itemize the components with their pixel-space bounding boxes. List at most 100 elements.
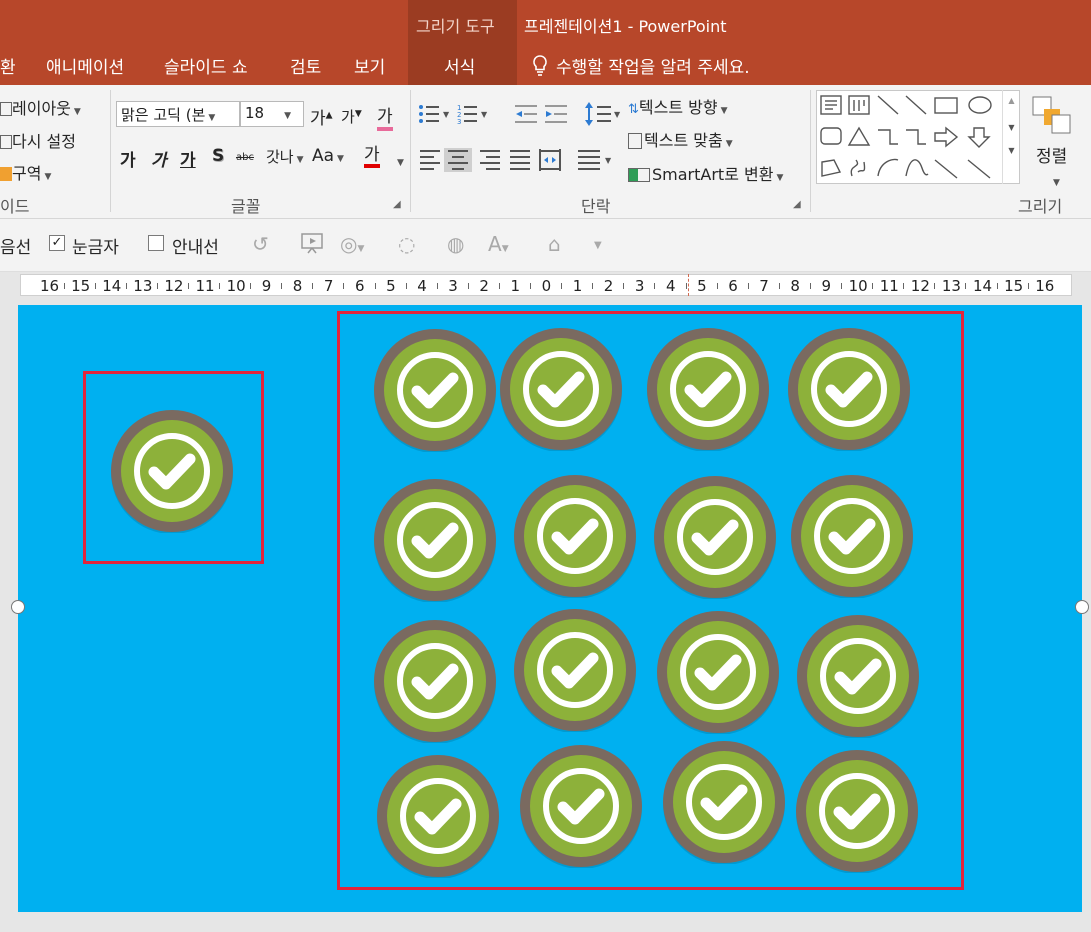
shape-union-icon[interactable]: ◌ <box>398 232 415 256</box>
refresh-icon[interactable]: ↺ <box>252 232 269 256</box>
check-badge-icon[interactable] <box>656 610 780 735</box>
line-spacing-icon[interactable]: ▼ <box>584 101 624 127</box>
elbow-connector-icon <box>878 129 898 145</box>
chevron-down-icon: ▼ <box>337 154 344 164</box>
text-box-icon <box>820 95 842 115</box>
strikethrough-button[interactable]: abc <box>236 152 254 163</box>
ruler-number: 12 <box>910 277 930 295</box>
right-arrow-icon <box>934 126 959 148</box>
scroll-down-icon[interactable]: ▼ <box>1003 123 1020 132</box>
check-badge-icon[interactable] <box>373 619 497 744</box>
shape-merge-icon[interactable]: ◎▼ <box>340 232 364 256</box>
tab-slideshow[interactable]: 슬라이드 쇼 <box>164 53 248 78</box>
ruler-number: 10 <box>226 277 246 295</box>
check-badge-icon[interactable] <box>519 744 643 869</box>
ruler-number: 3 <box>634 277 645 295</box>
ruler-tick <box>530 283 532 289</box>
ruler-number: 4 <box>417 277 427 295</box>
ruler-number: 14 <box>102 277 122 295</box>
tab-review[interactable]: 검토 <box>290 53 321 78</box>
change-case-button[interactable]: Aa ▼ <box>312 146 344 166</box>
columns-icon <box>578 150 600 170</box>
ruler-tick <box>125 283 127 289</box>
arrange-button[interactable]: 정렬 <box>1036 142 1067 167</box>
slide-resize-handle-left[interactable] <box>11 600 25 614</box>
text-effects-icon[interactable]: A▼ <box>488 232 509 256</box>
ruler-tick <box>219 283 221 289</box>
convert-to-smartart-button[interactable]: SmartArt로 변환 ▼ <box>628 161 783 185</box>
ruler-tick <box>343 283 345 289</box>
grow-font-button[interactable]: 가▲ <box>310 104 333 129</box>
ruler-tick <box>685 283 687 289</box>
check-badge-icon[interactable] <box>790 474 914 599</box>
dialog-launcher-icon[interactable]: ◢ <box>793 199 801 210</box>
ruler-number: 12 <box>164 277 184 295</box>
check-badge-icon[interactable] <box>376 754 500 879</box>
font-group-label: 글꼴 <box>231 197 261 216</box>
ruler-number: 6 <box>355 277 365 295</box>
ruler-tick <box>623 283 625 289</box>
slide-resize-handle-right[interactable] <box>1075 600 1089 614</box>
numbering-icon: 123 <box>457 104 477 125</box>
ruler-tick <box>156 283 158 289</box>
character-spacing-button[interactable]: 갓나 ▼ <box>266 146 304 167</box>
check-badge-icon-single[interactable] <box>110 409 234 534</box>
check-badge-icon[interactable] <box>646 327 770 452</box>
tell-me-search[interactable]: 수행할 작업을 알려 주세요. <box>556 53 750 78</box>
layout-button[interactable]: 레이아웃 ▼ <box>0 95 81 119</box>
format-painter-icon[interactable]: ⌂ <box>548 232 561 256</box>
italic-button[interactable]: 가 <box>151 146 167 171</box>
check-badge-icon[interactable] <box>373 478 497 603</box>
align-text-icon <box>628 133 642 149</box>
section-button[interactable]: 구역 ▼ <box>0 160 51 184</box>
underline-button[interactable]: 가 <box>180 146 196 171</box>
check-badge-icon[interactable] <box>795 749 919 874</box>
chevron-down-icon: ▼ <box>284 111 292 121</box>
ruler-number: 2 <box>479 277 489 295</box>
chevron-down-icon: ▼ <box>44 172 52 182</box>
tab-transitions[interactable]: 환 <box>0 53 16 78</box>
rounded-rectangle-icon <box>820 127 842 145</box>
align-text-button[interactable]: 텍스트 맞춤 ▼ <box>628 127 733 151</box>
chevron-down-icon: ▼ <box>720 106 728 116</box>
check-badge-icon[interactable] <box>513 608 637 733</box>
shapes-gallery-items <box>820 95 992 179</box>
scroll-up-icon[interactable]: ▲ <box>1003 96 1020 105</box>
shadow-button[interactable]: S <box>212 146 224 166</box>
horizontal-ruler[interactable]: 16 15 14 13 12 11 10 9 8 7 6 5 4 3 2 1 0 1 2 3 4 5 6 7 8 9 10 11 12 1… <box>20 274 1072 296</box>
check-badge-icon[interactable] <box>373 328 497 453</box>
shrink-font-button[interactable]: 가▼ <box>341 106 362 127</box>
arrange-dropdown[interactable]: ▼ <box>1050 170 1060 189</box>
tab-animations[interactable]: 애니메이션 <box>46 53 124 78</box>
gallery-more-icon[interactable]: ▼ <box>1003 146 1020 155</box>
guides-checkbox[interactable] <box>148 235 164 251</box>
check-badge-icon[interactable] <box>499 327 623 452</box>
font-color-button[interactable]: 가 <box>364 146 380 168</box>
layout-icon <box>0 102 12 116</box>
presentation-icon[interactable] <box>300 232 326 254</box>
check-badge-icon[interactable] <box>662 740 786 865</box>
font-size-combobox[interactable]: 18 ▼ <box>240 101 304 127</box>
check-badge-icon[interactable] <box>796 614 920 739</box>
customize-dropdown-icon[interactable]: ▼ <box>594 240 602 251</box>
justify-icon <box>510 150 530 170</box>
tab-format[interactable]: 서식 <box>444 53 475 78</box>
ruler-checkbox[interactable]: ✓ <box>49 235 65 251</box>
arrow-line-icon <box>905 95 927 115</box>
shape-combine-icon[interactable]: ◍ <box>447 232 464 256</box>
bold-button[interactable]: 가 <box>120 146 136 171</box>
clear-formatting-button[interactable]: 가 <box>377 102 393 131</box>
font-name-combobox[interactable]: 맑은 고딕 (본 ▼ <box>116 101 240 127</box>
tab-view[interactable]: 보기 <box>354 53 385 78</box>
font-color-dropdown[interactable]: ▼ <box>394 150 404 170</box>
dialog-launcher-icon[interactable]: ◢ <box>393 199 401 210</box>
gallery-scrollbar[interactable]: ▲ ▼ ▼ <box>1002 90 1020 184</box>
text-direction-button[interactable]: ⇅텍스트 방향 ▼ <box>628 94 728 118</box>
chevron-down-icon: ▼ <box>725 139 733 149</box>
rectangle-icon <box>934 97 958 114</box>
check-badge-icon[interactable] <box>513 474 637 599</box>
reset-button[interactable]: 다시 설정 <box>0 128 76 152</box>
check-badge-icon[interactable] <box>787 327 911 452</box>
ruler-number: 15 <box>71 277 91 295</box>
check-badge-icon[interactable] <box>653 475 777 600</box>
